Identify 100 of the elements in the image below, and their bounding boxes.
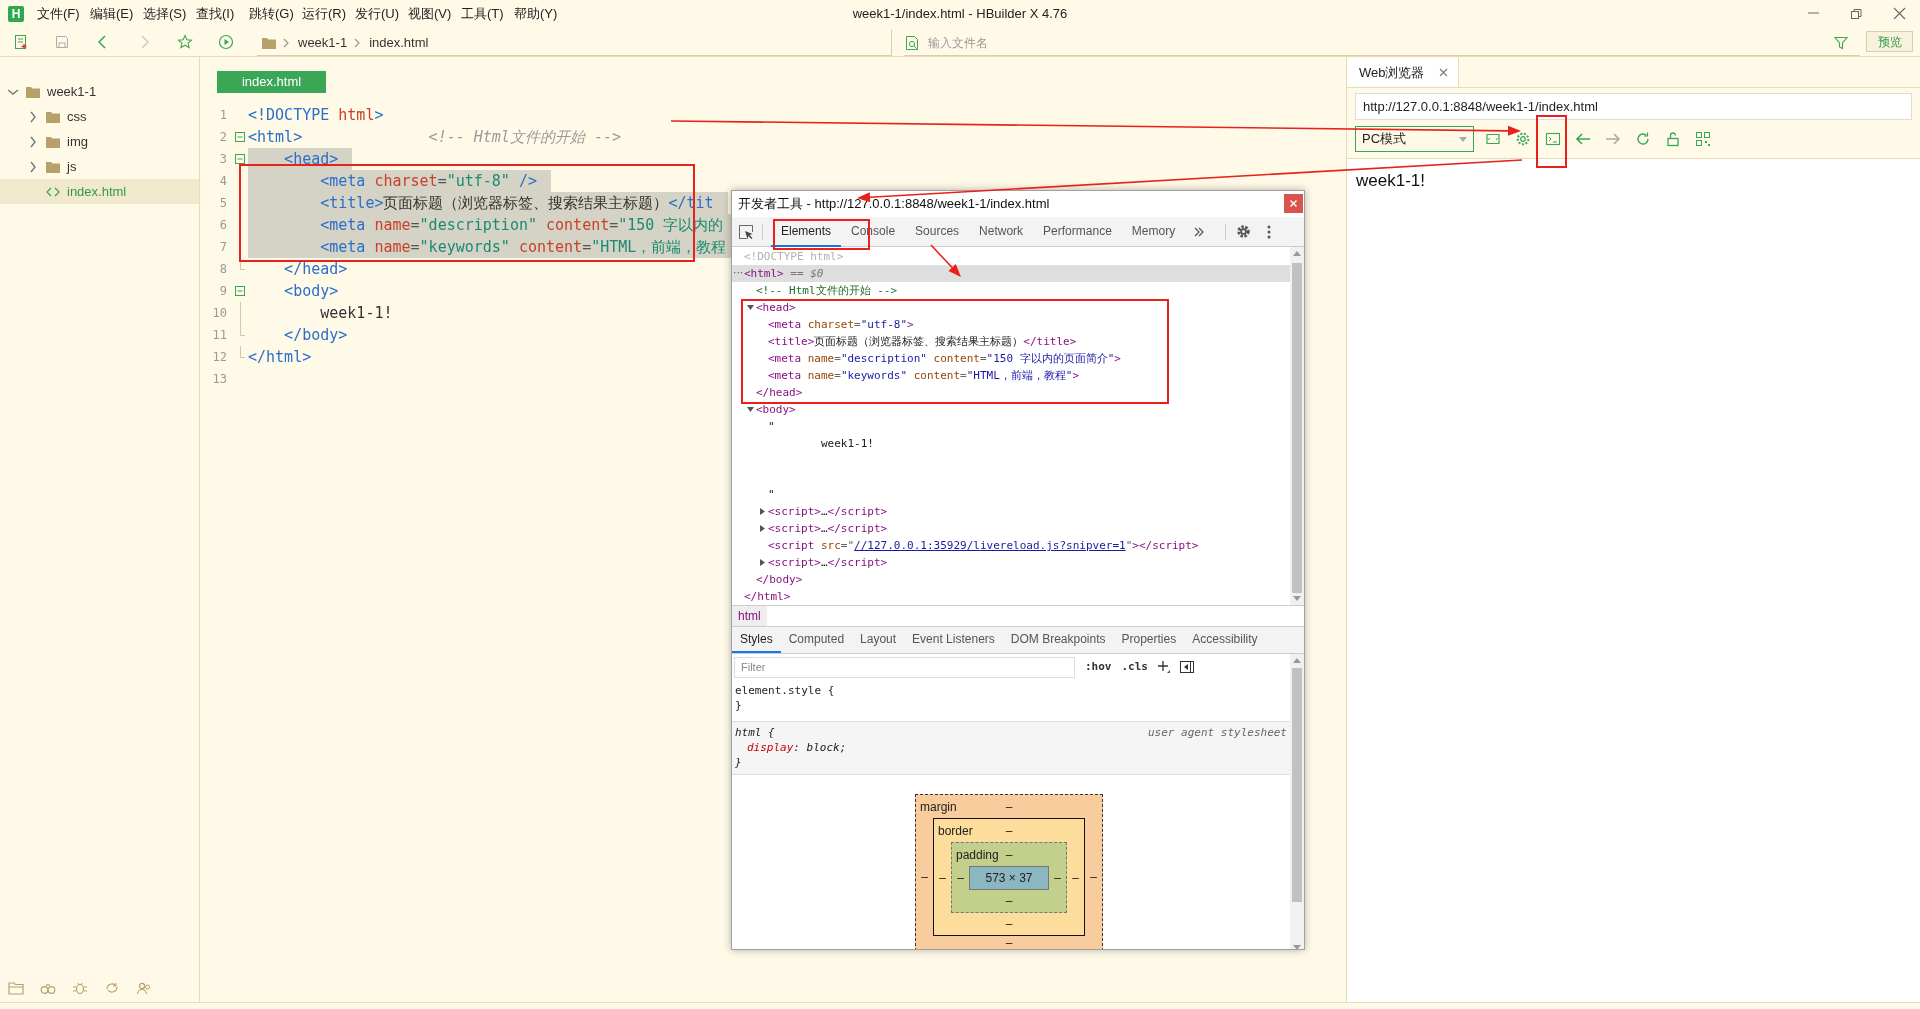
more-tabs-icon[interactable] [1193,225,1206,238]
tree-item[interactable]: week1-1 [0,79,199,104]
styles-tab[interactable]: Event Listeners [904,627,1003,653]
tree-item[interactable]: css [0,104,199,129]
close-icon[interactable] [1438,68,1448,77]
styles-tab[interactable]: Properties [1113,627,1185,653]
menu-item[interactable]: 查找(I) [196,3,249,24]
collapsed-arrow-icon[interactable] [759,559,766,566]
dom-node[interactable]: <title>页面标题（浏览器标签、搜索结果主标题）</title> [768,333,1077,350]
fold-toggle-icon[interactable] [235,154,245,164]
styles-tab[interactable]: Computed [780,627,853,653]
dom-node[interactable]: </head> [756,386,803,399]
collapsed-arrow-icon[interactable] [759,525,766,532]
scroll-down-icon[interactable] [1293,596,1301,601]
styles-tab[interactable]: Layout [852,627,905,653]
rule-brace: } [735,755,743,770]
rule-selector: html { [735,725,775,740]
dom-node[interactable]: <meta charset="utf-8"> [768,316,914,333]
fold-toggle-icon[interactable] [235,286,245,296]
tree-item[interactable]: js [0,154,199,179]
settings-icon[interactable] [1236,224,1252,239]
styles-tab[interactable]: Styles [732,627,781,653]
dom-node[interactable]: <script>…</script> [768,503,888,520]
app-logo: H [8,5,24,22]
dom-node[interactable]: <html> == $0 [744,265,824,282]
back-icon[interactable] [1575,131,1591,147]
fold-toggle-icon[interactable] [235,132,245,142]
save-icon[interactable] [54,33,70,50]
dom-node[interactable]: </body> [756,573,803,586]
filter-icon[interactable] [1834,35,1848,50]
breadcrumb-item[interactable]: week1-1 [298,32,348,53]
close-icon[interactable] [1891,7,1906,20]
dom-node[interactable]: <meta name="keywords" content="HTML，前端，教程"> [768,367,1080,384]
more-options-icon[interactable] [1267,224,1272,239]
run-icon[interactable] [218,33,234,50]
dom-node[interactable]: <head> [756,299,796,316]
devtools-tab[interactable]: Network [969,216,1034,247]
unlock-icon[interactable] [1665,131,1681,147]
menu-item[interactable]: 选择(S) [143,3,196,24]
collapsed-arrow-icon[interactable] [759,508,766,515]
dom-node[interactable]: <!-- Html文件的开始 --> [756,282,898,299]
users-icon[interactable] [136,981,152,995]
binoculars-icon[interactable] [40,981,56,995]
dom-node[interactable]: </html> [744,590,791,603]
styles-tab[interactable]: DOM Breakpoints [1002,627,1114,653]
bug-icon[interactable] [72,981,88,995]
devtools-tab[interactable]: Performance [1033,216,1122,247]
mode-select[interactable]: PC模式 [1355,126,1474,152]
restore-icon[interactable] [1848,7,1863,20]
forward-icon[interactable] [1605,131,1621,147]
settings-icon[interactable] [1515,131,1531,147]
breadcrumb-item[interactable]: index.html [369,32,429,53]
menu-item[interactable]: 跳转(G) [249,3,302,24]
scrollbar[interactable] [1290,247,1304,605]
menu-item[interactable]: 运行(R) [302,3,355,24]
styles-tab[interactable]: Accessibility [1184,627,1266,653]
dom-node[interactable]: <script>…</script> [768,520,888,537]
selected-row[interactable]: ···<html> == $0 [732,265,1290,282]
file-search-icon[interactable] [904,34,920,51]
screen-rotate-icon[interactable] [1485,131,1501,147]
tree-item[interactable]: img [0,129,199,154]
scroll-up-icon[interactable] [1293,251,1301,256]
sync-icon[interactable] [104,981,120,995]
toggle-button[interactable]: .cls [1121,658,1148,676]
terminal-icon[interactable] [1545,131,1561,147]
dom-node[interactable]: <body> [756,401,796,418]
menu-item[interactable]: 发行(U) [355,3,408,24]
file-search-field[interactable]: 输入文件名 [928,33,1834,52]
expanded-arrow-icon[interactable] [747,406,754,413]
devtools-tab[interactable]: Memory [1121,216,1186,247]
scrollbar[interactable] [1290,654,1304,949]
devtools-tab[interactable]: Sources [905,216,970,247]
scroll-up-icon[interactable] [1293,658,1301,663]
folder-icon[interactable] [8,981,24,995]
close-button[interactable] [1284,194,1303,213]
menu-item[interactable]: 视图(V) [408,3,461,24]
add-rule-icon[interactable] [1158,661,1170,673]
menu-item[interactable]: 文件(F) [37,3,90,24]
dom-node[interactable]: <meta name="description" content="150 字以内的页面简介"> [768,350,1121,367]
toggle-button[interactable]: :hov [1085,658,1112,676]
expanded-arrow-icon[interactable] [747,304,754,311]
qr-code-icon[interactable] [1695,131,1711,147]
new-file-icon[interactable] [13,33,29,50]
browser-tab[interactable]: Web浏览器 [1347,58,1459,87]
menu-item[interactable]: 编辑(E) [90,3,143,24]
dom-node[interactable]: <script src="//127.0.0.1:35929/livereload.js?snipver=1"></script> [768,537,1199,554]
ellipsis-marker[interactable]: ··· [732,265,743,282]
filter-field[interactable]: Filter [734,656,1075,678]
scroll-down-icon[interactable] [1293,945,1301,949]
breadcrumb-item[interactable]: html [732,606,767,626]
menu-item[interactable]: 工具(T) [461,3,514,24]
inspect-icon[interactable] [738,223,754,240]
address-field[interactable]: http://127.0.0.1:8848/week1-1/index.html [1355,93,1912,120]
sidebar-toggle-icon[interactable] [1180,661,1194,673]
text-node[interactable]: " week1-1! " [768,418,874,503]
reload-icon[interactable] [1635,131,1651,147]
menu-item[interactable]: 帮助(Y) [514,3,567,24]
devtools-tab[interactable]: Elements [771,216,842,247]
star-icon[interactable] [177,33,193,50]
dom-node[interactable]: <script>…</script> [768,554,888,571]
